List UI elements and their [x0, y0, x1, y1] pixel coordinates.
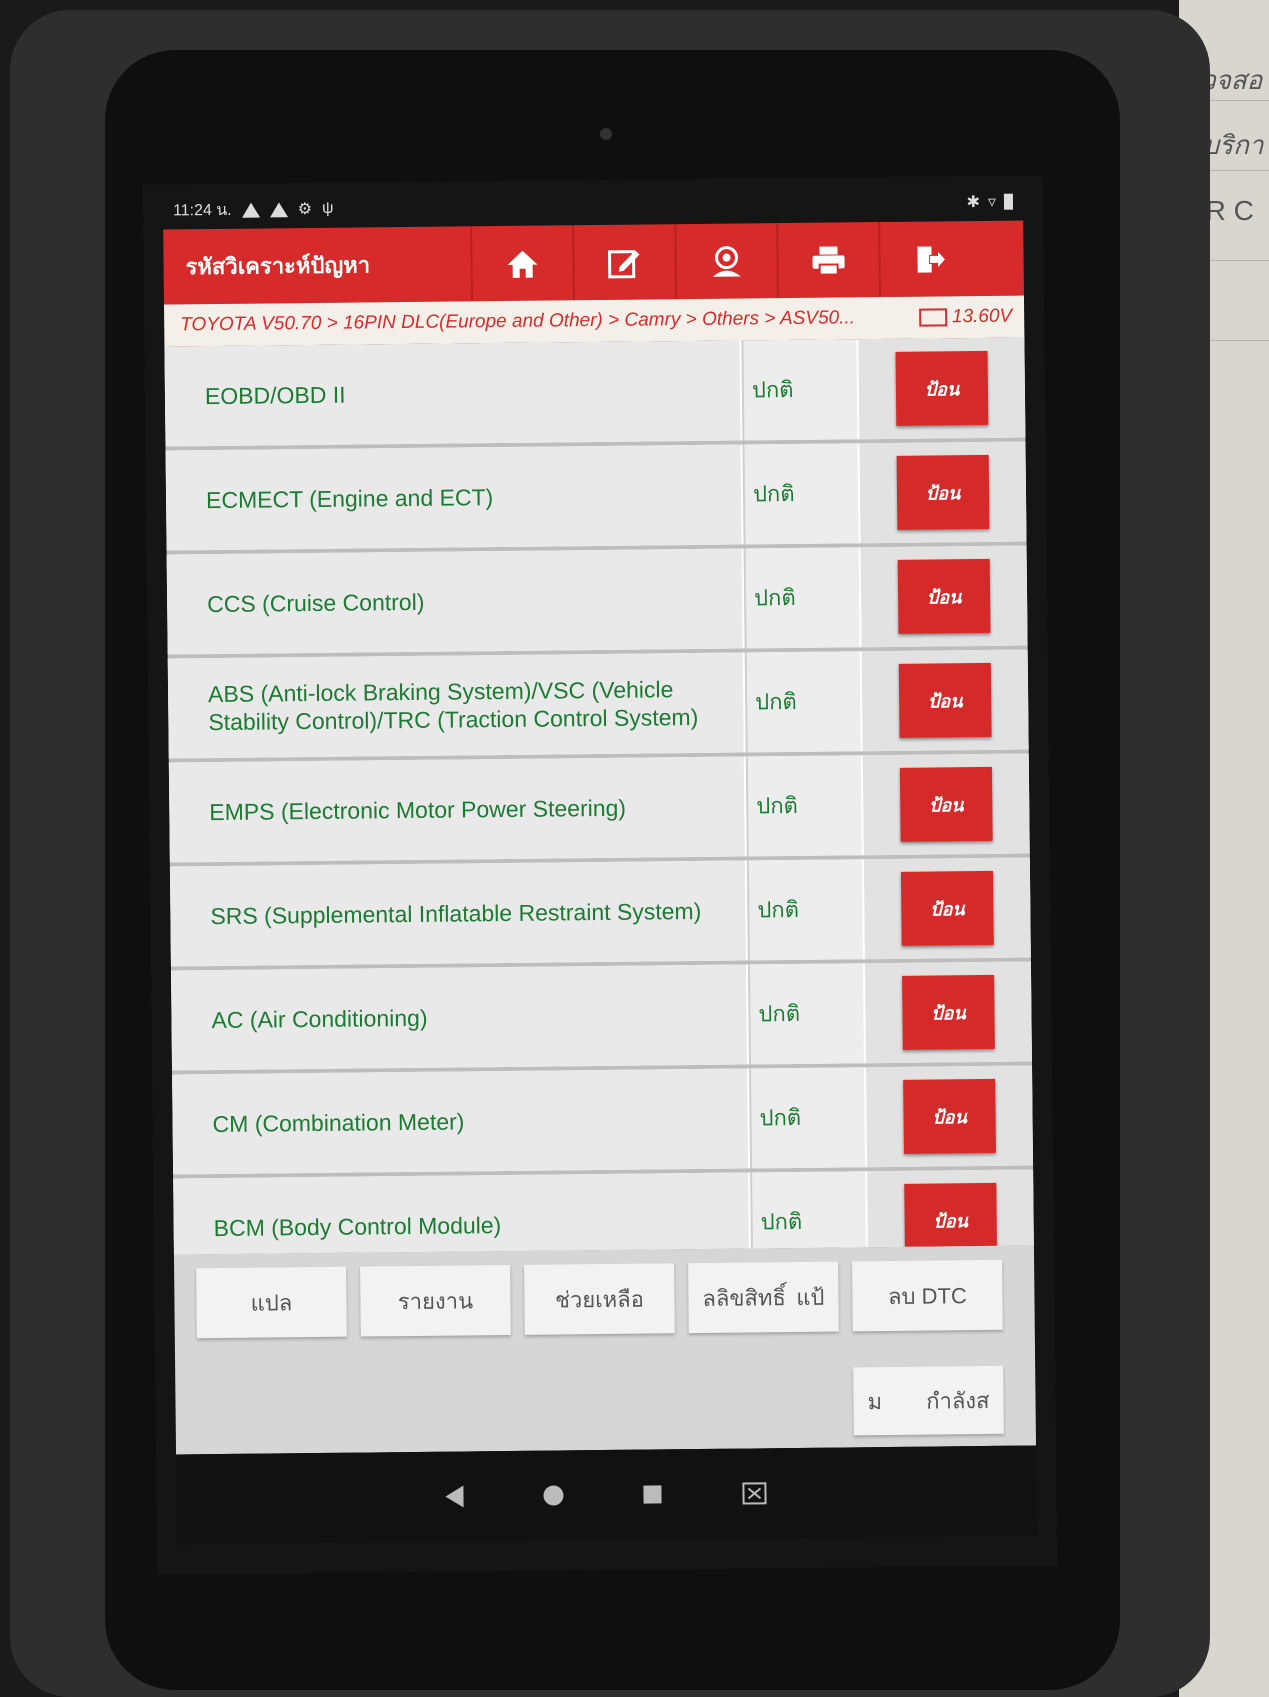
action-cell: ป้อน: [859, 441, 1027, 544]
report-button[interactable]: รายงาน: [360, 1264, 511, 1337]
home-icon: [507, 250, 538, 278]
list-item: EMPS (Electronic Motor Power Steering) ป…: [168, 753, 1030, 863]
voltage-indicator: 13.60V: [918, 305, 1024, 329]
system-name: ABS (Anti-lock Braking System)/VSC (Vehi…: [167, 652, 744, 759]
enter-button[interactable]: ป้อน: [898, 662, 992, 738]
back-icon[interactable]: [445, 1485, 464, 1508]
camera-icon: [600, 128, 612, 140]
enter-button[interactable]: ป้อน: [895, 350, 989, 426]
system-status: ปกติ: [750, 1171, 867, 1255]
system-status: ปกติ: [743, 547, 860, 649]
system-name: BCM (Body Control Module): [173, 1172, 750, 1255]
exit-button[interactable]: [878, 220, 981, 298]
action-cell: ป้อน: [862, 753, 1030, 856]
screen: 11:24 น. ⚙ ψ ✱ ▿ รหัสวิเคราะห์ปัญหา TOYO…: [142, 175, 1058, 1575]
action-cell: ป้อน: [866, 1065, 1034, 1168]
usb-icon: ψ: [321, 199, 334, 217]
action-cell: ป้อน: [860, 545, 1028, 648]
copyright-label-suffix: แป้: [796, 1284, 825, 1310]
page-title: รหัสวิเคราะห์ปัญหา: [185, 252, 371, 280]
list-item: SRS (Supplemental Inflatable Restraint S…: [169, 857, 1031, 967]
app-header: รหัสวิเคราะห์ปัญหา: [163, 220, 1024, 305]
action-cell: ป้อน: [863, 857, 1031, 960]
print-icon: [812, 245, 845, 276]
enter-button[interactable]: ป้อน: [899, 766, 993, 842]
translate-button[interactable]: แปล: [196, 1266, 347, 1339]
user-icon: [712, 245, 741, 277]
bluetooth-icon: ✱: [966, 193, 981, 212]
list-item: ABS (Anti-lock Braking System)/VSC (Vehi…: [167, 649, 1029, 759]
more-button[interactable]: ม กำลังส: [853, 1365, 1004, 1436]
warning-icon: [241, 202, 260, 218]
system-name: SRS (Supplemental Inflatable Restraint S…: [169, 860, 746, 967]
screenshot-icon[interactable]: [741, 1481, 767, 1505]
system-status: ปกติ: [745, 755, 862, 857]
breadcrumb-path: TOYOTA V50.70 > 16PIN DLC(Europe and Oth…: [180, 307, 856, 336]
enter-button[interactable]: ป้อน: [902, 974, 995, 1050]
action-cell: ป้อน: [867, 1169, 1034, 1255]
home-nav-icon[interactable]: [543, 1485, 564, 1506]
system-status: ปกติ: [742, 443, 859, 545]
list-item: CCS (Cruise Control) ปกติ ป้อน: [166, 545, 1028, 655]
system-name: EOBD/OBD II: [164, 340, 741, 447]
system-name: CCS (Cruise Control): [166, 548, 743, 655]
more-label-right: กำลังส: [926, 1387, 990, 1414]
edit-icon: [607, 249, 640, 278]
user-button[interactable]: [674, 223, 777, 300]
system-name: CM (Combination Meter): [172, 1068, 749, 1175]
enter-button[interactable]: ป้อน: [900, 870, 994, 946]
enter-button[interactable]: ป้อน: [903, 1078, 996, 1154]
action-cell: ป้อน: [861, 649, 1029, 752]
enter-button[interactable]: ป้อน: [897, 558, 991, 634]
more-label-left: ม: [867, 1388, 883, 1414]
system-list[interactable]: EOBD/OBD II ปกติ ป้อน ECMECT (Engine and…: [164, 337, 1034, 1255]
home-button[interactable]: [470, 225, 573, 302]
list-item: EOBD/OBD II ปกติ ป้อน: [164, 337, 1026, 447]
function-bar: แปล รายงาน ช่วยเหลือ ลลิขสิทธิ์ แป้ ลบ D…: [173, 1245, 1036, 1455]
clear-dtc-button[interactable]: ลบ DTC: [852, 1259, 1003, 1332]
battery-voltage-icon: [918, 308, 948, 327]
exit-icon: [917, 245, 947, 273]
action-cell: ป้อน: [864, 961, 1032, 1064]
copyright-label: ลลิขสิทธิ์: [702, 1284, 786, 1311]
status-time: 11:24 น.: [172, 201, 232, 219]
system-name: ECMECT (Engine and ECT): [165, 444, 742, 551]
wifi-icon: ▿: [987, 193, 997, 211]
enter-button[interactable]: ป้อน: [904, 1182, 998, 1255]
system-status: ปกติ: [741, 339, 858, 441]
help-button[interactable]: ช่วยเหลือ: [524, 1263, 675, 1335]
settings-icon: ⚙: [297, 200, 313, 219]
status-bar: 11:24 น. ⚙ ψ ✱ ▿: [172, 188, 1014, 225]
list-item: ECMECT (Engine and ECT) ปกติ ป้อน: [165, 441, 1027, 551]
list-item: BCM (Body Control Module) ปกติ ป้อน: [173, 1169, 1034, 1255]
android-nav-bar: [176, 1445, 1037, 1545]
copyright-button[interactable]: ลลิขสิทธิ์ แป้: [688, 1261, 839, 1334]
system-status: ปกติ: [747, 963, 864, 1065]
battery-icon: [1003, 193, 1014, 210]
system-status: ปกติ: [749, 1067, 866, 1169]
list-item: CM (Combination Meter) ปกติ ป้อน: [172, 1065, 1034, 1175]
warning-icon: [269, 201, 288, 217]
system-name: AC (Air Conditioning): [170, 964, 747, 1071]
voltage-value: 13.60V: [951, 305, 1013, 328]
system-status: ปกติ: [744, 651, 861, 753]
action-cell: ป้อน: [858, 337, 1026, 440]
edit-button[interactable]: [572, 224, 675, 301]
recent-apps-icon[interactable]: [643, 1485, 662, 1504]
system-name: EMPS (Electronic Motor Power Steering): [168, 756, 745, 863]
print-button[interactable]: [776, 222, 879, 299]
list-item: AC (Air Conditioning) ปกติ ป้อน: [170, 961, 1032, 1071]
system-status: ปกติ: [746, 859, 863, 961]
enter-button[interactable]: ป้อน: [896, 454, 990, 530]
